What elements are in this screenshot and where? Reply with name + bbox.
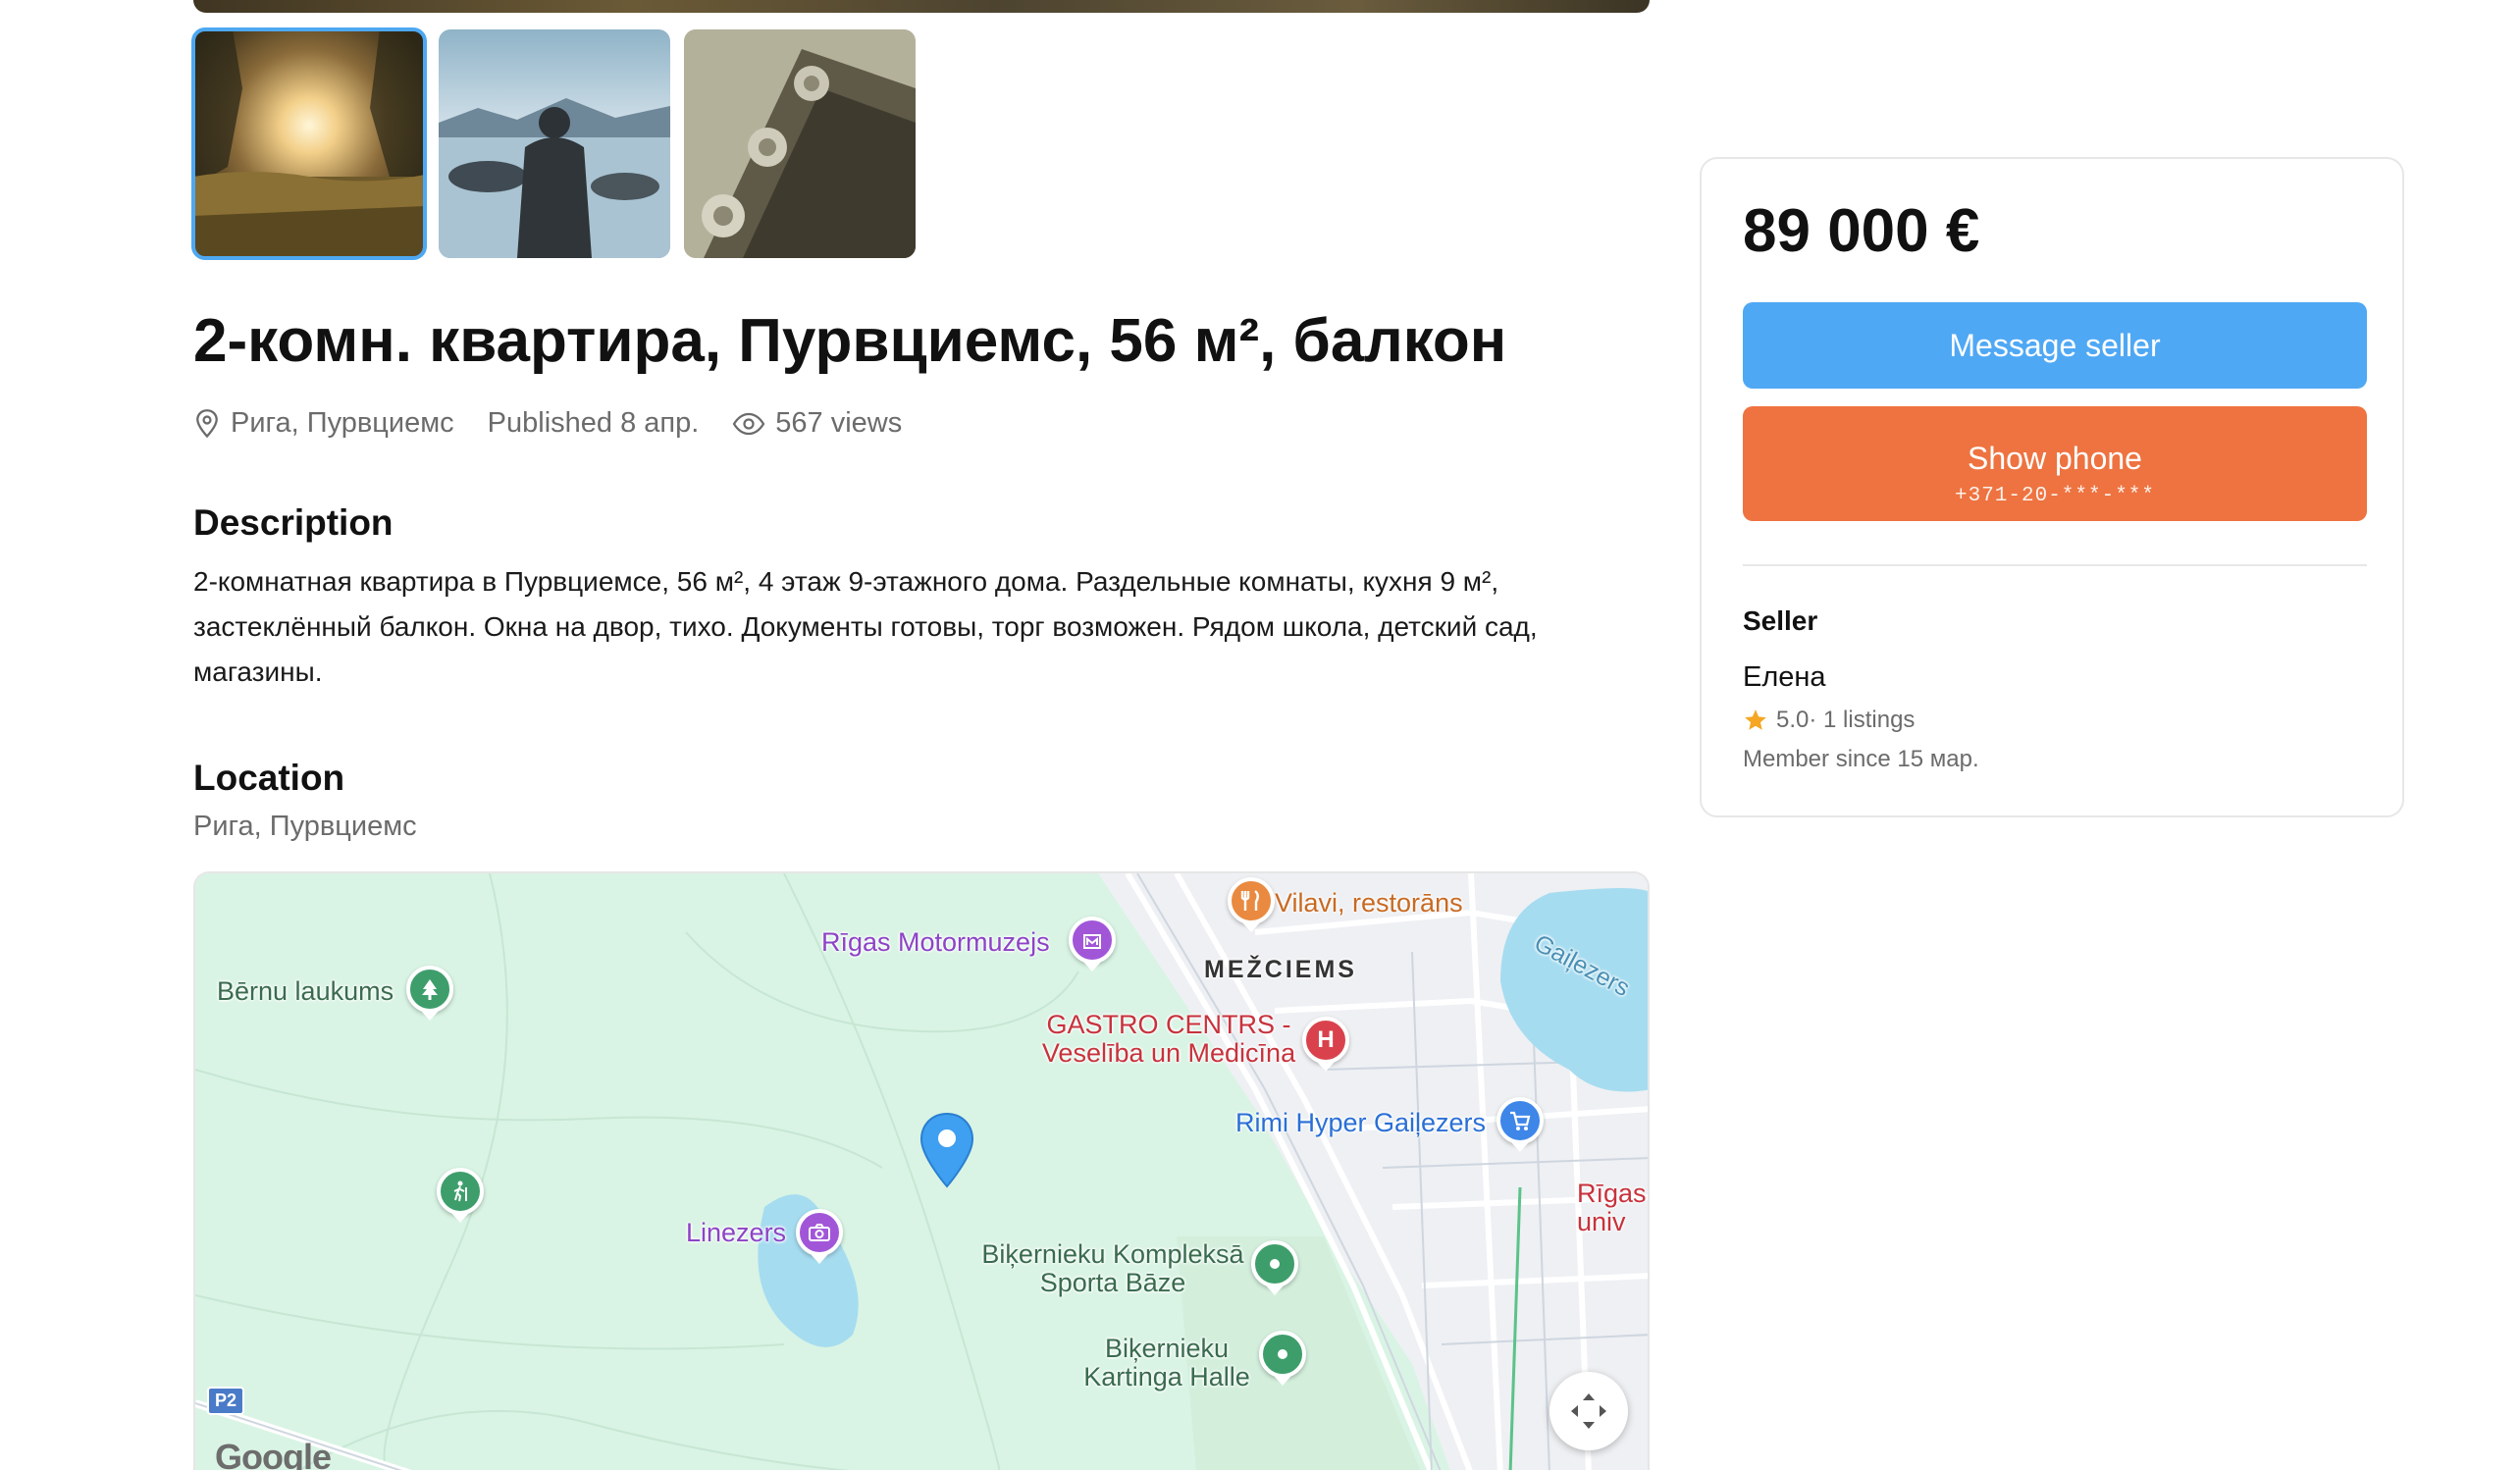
hiking-icon[interactable] [437, 1168, 484, 1215]
map-label-rimi: Rimi Hyper Gaiļezers [1235, 1108, 1487, 1137]
masked-phone-number: +371-20-***-*** [1954, 484, 2156, 507]
map-label-rigas-univ: Rīgas univ [1577, 1180, 1647, 1236]
location-text: Рига, Пурвциемс [231, 407, 454, 439]
hospital-glyph: H [1317, 1026, 1335, 1053]
restaurant-icon[interactable] [1228, 877, 1275, 924]
shopping-cart-icon[interactable] [1496, 1097, 1544, 1144]
map-label-bikernieku-sport-line1: Biķernieku Kompleksā [981, 1239, 1244, 1269]
map-label-motormuzejs: Rīgas Motormuzejs [821, 927, 1050, 957]
star-icon [1745, 709, 1766, 730]
map-label-rigas-line2: univ [1577, 1207, 1626, 1236]
show-phone-label: Show phone [1968, 440, 2142, 476]
location-heading: Location [193, 758, 345, 798]
thumbnail-2[interactable] [439, 29, 670, 258]
map-label-bernu-laukums: Bērnu laukums [217, 976, 394, 1006]
show-phone-button[interactable]: Show phone +371-20-***-*** [1743, 406, 2367, 521]
location-meta: Рига, Пурвциемс [193, 407, 454, 440]
listings-count: · 1 listings [1809, 707, 1916, 733]
sports-place-icon[interactable] [1251, 1240, 1298, 1287]
message-seller-button[interactable]: Message seller [1743, 302, 2367, 389]
google-logo: Google [215, 1437, 332, 1470]
map-label-vilavi: Vilavi, restorāns [1275, 888, 1463, 918]
museum-icon[interactable] [1069, 917, 1116, 964]
seller-rating: 5.0 · 1 listings [1743, 707, 1915, 734]
map-label-rigas-line1: Rīgas [1577, 1179, 1647, 1208]
location-pin-icon [196, 408, 218, 438]
description-text: 2-комнатная квартира в Пурвциемсе, 56 м²… [193, 566, 1538, 687]
road-shield-p2: P2 [207, 1387, 245, 1415]
map-label-bikernieku-sport: Biķernieku Kompleksā Sporta Bāze [971, 1240, 1255, 1297]
main-photo[interactable] [193, 0, 1650, 13]
member-since: Member since 15 мар. [1743, 746, 1979, 772]
seller-name[interactable]: Елена [1743, 661, 1826, 694]
map-label-gastro-line2: Veselība un Medicīna [1041, 1038, 1296, 1068]
description-heading: Description [193, 502, 394, 543]
map-label-bikernieku-kart: Biķernieku Kartinga Halle [1069, 1335, 1265, 1391]
man-at-lake-photo [439, 29, 670, 258]
karting-place-icon[interactable] [1259, 1331, 1306, 1378]
eye-icon [732, 412, 765, 435]
listing-title: 2-комн. квартира, Пурвциемс, 56 м², балк… [193, 307, 1507, 375]
map-label-mezciems: MEŽCIEMS [1204, 956, 1357, 983]
hospital-icon[interactable]: H [1302, 1017, 1349, 1064]
location-map[interactable]: H Vilavi, restorāns Rīgas Motormuzejs ME… [193, 871, 1650, 1470]
rating-value: 5.0 [1776, 707, 1810, 733]
thumbnail-strip [191, 27, 916, 260]
thumbnail-1[interactable] [191, 27, 427, 260]
map-label-bikernieku-kart-line1: Biķernieku [1104, 1334, 1230, 1363]
published-meta: Published 8 апр. [488, 407, 700, 440]
views-text: 567 views [775, 407, 903, 439]
guitar-headstock-photo [684, 29, 916, 258]
views-meta: 567 views [732, 407, 902, 440]
sunset-field-photo [193, 29, 425, 258]
published-text: Published 8 апр. [487, 407, 700, 439]
map-fullscreen-button[interactable] [1549, 1372, 1628, 1450]
expand-arrows-icon [1571, 1393, 1606, 1429]
seller-heading: Seller [1743, 605, 1818, 636]
park-tree-icon[interactable] [406, 966, 453, 1013]
price: 89 000 € [1743, 197, 1980, 265]
map-canvas [195, 873, 1648, 1470]
map-label-gastro-line1: GASTRO CENTRS - [1046, 1010, 1291, 1039]
map-label-linezers: Linezers [686, 1218, 787, 1247]
location-subtitle: Рига, Пурвциемс [193, 811, 417, 842]
camera-icon[interactable] [796, 1209, 843, 1256]
map-label-bikernieku-kart-line2: Kartinga Halle [1083, 1362, 1250, 1391]
card-divider [1743, 564, 2367, 566]
price-card: 89 000 € Message seller Show phone +371-… [1700, 157, 2404, 817]
thumbnail-3[interactable] [684, 29, 916, 258]
map-label-gastro: GASTRO CENTRS - Veselība un Medicīna [1031, 1011, 1306, 1068]
map-label-bikernieku-sport-line2: Sporta Bāze [1039, 1268, 1186, 1297]
listing-meta: Рига, Пурвциемс Published 8 апр. 567 vie… [193, 407, 935, 440]
